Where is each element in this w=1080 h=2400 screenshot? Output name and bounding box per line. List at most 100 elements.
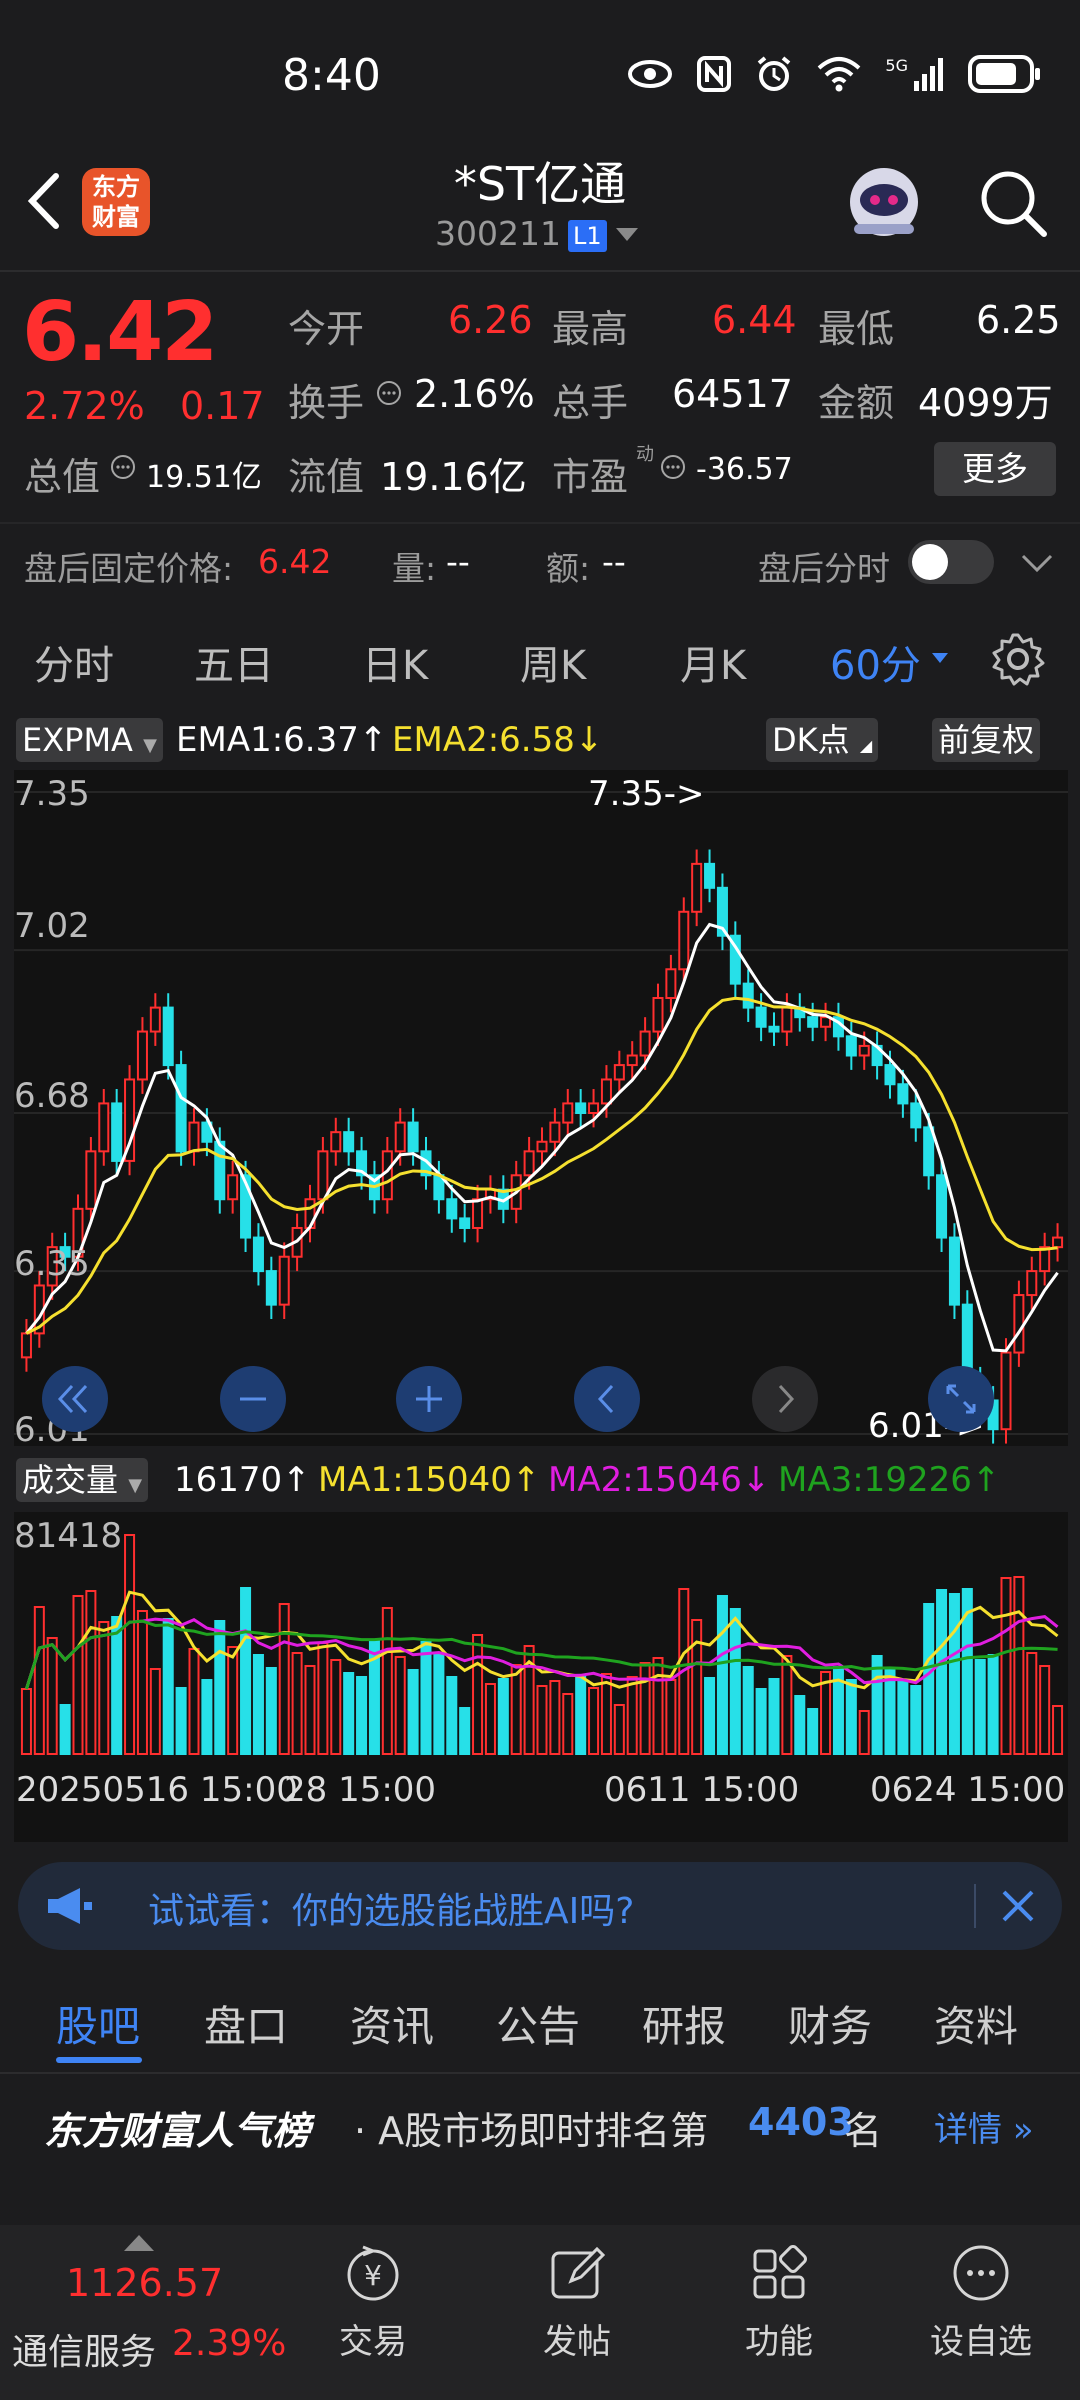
expand-icon — [946, 1384, 976, 1414]
candle — [1039, 1232, 1051, 1286]
amount-label: 金额 — [818, 381, 895, 425]
turnover-label: 换手 — [288, 381, 365, 425]
search-icon[interactable] — [978, 168, 1048, 238]
candle — [948, 1223, 960, 1320]
volume-bar — [807, 1708, 819, 1755]
tab-timeshare[interactable]: 分时 — [34, 633, 114, 691]
fullscreen-button[interactable] — [928, 1366, 994, 1432]
volume-indicator-selector[interactable]: 成交量 ▼ — [16, 1458, 149, 1502]
x-label-3: 0624 15:00 — [870, 1770, 1066, 1810]
candle — [871, 1031, 883, 1080]
network-type: 5G — [885, 55, 908, 75]
dk-point-button[interactable]: DK点 ◢ — [766, 718, 879, 762]
candle — [188, 1108, 200, 1166]
rank-details-link[interactable]: 详情 » — [934, 2102, 1034, 2151]
volume-bar — [768, 1678, 780, 1755]
robot-assistant-icon[interactable] — [842, 160, 926, 244]
y-tick-3: 6.35 — [14, 1244, 90, 1284]
info-icon[interactable] — [660, 454, 686, 480]
high-annotation: 7.35-> — [588, 774, 705, 814]
volume-bar — [948, 1593, 960, 1755]
candle — [755, 993, 767, 1042]
nav-trade[interactable]: ¥ 交易 — [308, 2225, 438, 2363]
volume-bar — [85, 1590, 97, 1755]
index-value[interactable]: 1126.57 — [66, 2261, 223, 2305]
volume-bar — [871, 1655, 883, 1755]
index-name[interactable]: 通信服务 — [12, 2323, 156, 2375]
scroll-right-button[interactable] — [752, 1366, 818, 1432]
volume-bar — [291, 1652, 303, 1755]
megaphone-icon — [48, 1888, 92, 1924]
ema1-value: EMA1:6.37 — [176, 720, 359, 760]
tab-five-day[interactable]: 五日 — [194, 633, 274, 691]
kline-chart[interactable]: 7.35 7.02 6.68 6.35 6.01 7.35-> 6.01-> — [14, 770, 1068, 1450]
nav-post[interactable]: 发帖 — [512, 2225, 642, 2363]
tab-research[interactable]: 研报 — [642, 1993, 726, 2054]
volume-bar — [472, 1634, 484, 1755]
volume-bar — [394, 1656, 406, 1755]
scroll-left-fast-button[interactable] — [42, 1366, 108, 1432]
tab-finance[interactable]: 财务 — [788, 1993, 872, 2054]
y-tick-2: 6.68 — [14, 1076, 90, 1116]
candle — [278, 1242, 290, 1320]
status-time: 8:40 — [282, 50, 381, 101]
volume-bar — [59, 1704, 71, 1755]
turnover-value: 2.16% — [414, 372, 535, 416]
tab-60-min[interactable]: 60分 — [830, 633, 921, 691]
tab-weekly-k[interactable]: 周K — [520, 633, 586, 691]
volume-bar — [317, 1642, 329, 1755]
dropdown-arrow-icon[interactable] — [616, 228, 638, 242]
tab-pankou[interactable]: 盘口 — [204, 1993, 288, 2054]
price-adjust-button[interactable]: 前复权 — [932, 718, 1041, 762]
volume-bar — [433, 1654, 445, 1755]
tab-guba[interactable]: 股吧 — [56, 1993, 140, 2054]
indicator-selector[interactable]: EXPMA ▼ — [16, 718, 163, 762]
close-icon[interactable] — [998, 1886, 1038, 1926]
afterhours-price: 6.42 — [258, 542, 332, 581]
afterhours-toggle[interactable] — [908, 540, 994, 584]
volume-bar — [201, 1679, 213, 1755]
volume-value: 64517 — [672, 372, 793, 416]
quote-divider — [0, 522, 1080, 524]
float-value: 19.16亿 — [380, 455, 527, 499]
x-label-1: 28 15:00 — [284, 1770, 437, 1810]
info-icon[interactable] — [110, 454, 136, 480]
promo-banner[interactable]: 试试看：你的选股能战胜AI吗? — [18, 1862, 1062, 1950]
index-pct[interactable]: 2.39% — [172, 2323, 286, 2364]
zoom-in-button[interactable] — [396, 1366, 462, 1432]
tab-monthly-k[interactable]: 月K — [680, 633, 746, 691]
tab-announcements[interactable]: 公告 — [496, 1993, 580, 2054]
tab-daily-k[interactable]: 日K — [362, 633, 428, 691]
afterhours-amt-label: 额: — [546, 549, 591, 588]
more-button[interactable]: 更多 — [934, 442, 1056, 496]
content-tabs: 股吧 盘口 资讯 公告 研报 财务 资料 — [0, 1965, 1080, 2070]
afterhours-vol-label: 量: — [392, 549, 437, 588]
alarm-icon — [758, 56, 791, 91]
tab-dropdown-icon[interactable] — [932, 653, 948, 663]
candle — [562, 1089, 574, 1137]
chevron-up-icon[interactable] — [124, 2235, 154, 2251]
tab-profile[interactable]: 资料 — [934, 1993, 1018, 2054]
more-circle-icon — [953, 2245, 1009, 2301]
pe-value: -36.57 — [696, 452, 793, 487]
nav-add-watchlist[interactable]: 设自选 — [916, 2225, 1046, 2363]
candle — [111, 1089, 123, 1176]
volume-current: 16170↑ — [174, 1460, 311, 1500]
tab-news[interactable]: 资讯 — [350, 1993, 434, 2054]
volume-chart[interactable]: 81418 20250516 15:00 28 15:00 0611 15:00… — [14, 1512, 1068, 1842]
volume-bar — [936, 1589, 948, 1755]
change-value: 0.17 — [180, 384, 265, 428]
volume-bar — [858, 1710, 870, 1755]
settings-gear-icon[interactable] — [990, 631, 1046, 687]
volume-bar — [884, 1668, 896, 1755]
volume-bar — [755, 1688, 767, 1755]
period-tabs: 分时 五日 日K 周K 月K 60分 — [0, 605, 1080, 710]
zoom-out-button[interactable] — [220, 1366, 286, 1432]
scroll-left-button[interactable] — [574, 1366, 640, 1432]
info-icon[interactable] — [376, 380, 402, 406]
volume-bar — [381, 1607, 393, 1755]
nav-functions[interactable]: 功能 — [714, 2225, 844, 2363]
chevron-down-icon[interactable] — [1020, 552, 1054, 574]
active-tab-indicator — [56, 2057, 142, 2063]
candle — [330, 1117, 342, 1166]
